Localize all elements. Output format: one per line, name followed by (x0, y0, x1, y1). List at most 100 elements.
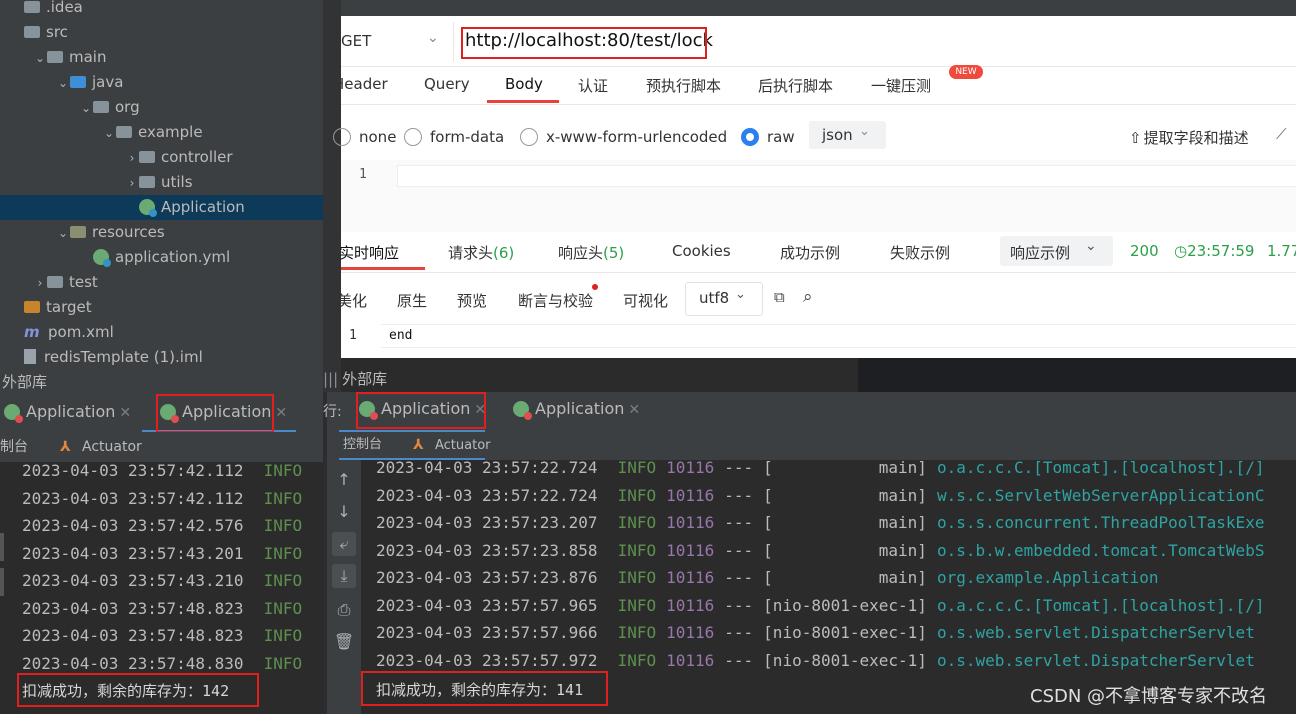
divider (341, 272, 1296, 273)
copy-icon[interactable]: ⧉ (774, 288, 785, 306)
tree-item[interactable]: Application (0, 195, 323, 220)
radio-icon[interactable] (333, 128, 351, 146)
tree-item[interactable]: ⌄ example (0, 120, 203, 145)
radio-icon[interactable] (741, 128, 759, 146)
chevron-right-icon[interactable]: › (125, 146, 139, 171)
run-tab[interactable]: Application ✕ (4, 392, 131, 432)
log-line: 2023-04-03 23:57:57.965 INFO 10116 --- [nio-… (376, 595, 1265, 615)
project-tree: .idea src ⌄ main ⌄ java ⌄ org ⌄ example › controlle… (0, 0, 323, 392)
request-tab-5[interactable]: 后执行脚本 (758, 75, 833, 96)
chevron-down-icon[interactable]: ⌄ (79, 96, 93, 121)
tree-item[interactable]: ⌄ java (0, 70, 123, 95)
chevron-right-icon[interactable]: › (33, 271, 47, 296)
body-type-option-3[interactable]: raw (741, 128, 795, 146)
response-tab-3[interactable]: Cookies (672, 242, 731, 260)
window-top-strip (341, 0, 1296, 16)
external-libraries-item[interactable]: 外部库 (0, 370, 323, 394)
view-tab-0[interactable]: 美化 (337, 290, 367, 311)
request-tab-4[interactable]: 预执行脚本 (646, 75, 721, 96)
view-tab-4[interactable]: 可视化 (623, 290, 668, 311)
radio-icon[interactable] (404, 128, 422, 146)
extract-fields-button[interactable]: ⇧ 提取字段和描述 (1129, 127, 1249, 148)
folder-icon (70, 76, 86, 88)
tree-item[interactable]: › utils (0, 170, 193, 195)
response-tab-4[interactable]: 成功示例 (780, 242, 840, 263)
tree-item[interactable]: redisTemplate (1).iml (0, 345, 203, 370)
log-line: 2023-04-03 23:57:57.972 INFO 10116 --- [nio-… (376, 650, 1255, 670)
chevron-down-icon[interactable]: ⌄ (427, 30, 439, 46)
gutter-marker (0, 568, 4, 596)
tree-item[interactable]: › test (0, 270, 98, 295)
response-tab-1[interactable]: 请求头(6) (448, 242, 514, 263)
result-highlight-box (17, 673, 259, 707)
chevron-down-icon[interactable]: ⌄ (102, 121, 116, 146)
radio-icon[interactable] (520, 128, 538, 146)
arrow-down-icon[interactable]: ↓ (332, 500, 356, 524)
scroll-to-end-icon[interactable]: ⤓ (332, 564, 356, 588)
chevron-down-icon[interactable]: ⌄ (56, 221, 70, 246)
print-icon[interactable]: ⎙ (332, 598, 356, 622)
close-icon[interactable]: ✕ (275, 405, 287, 421)
tree-item[interactable]: target (0, 295, 92, 320)
response-tab-0[interactable]: 实时响应 (339, 242, 399, 263)
view-tab-1[interactable]: 原生 (397, 290, 427, 311)
log-line: 2023-04-03 23:57:22.724 INFO 10116 ---[ mai… (376, 485, 1265, 505)
editor-line[interactable] (397, 165, 1296, 187)
log-line: 2023-04-03 23:57:43.210 INFO (22, 571, 303, 590)
view-tab-3[interactable]: 断言与校验 (518, 290, 593, 311)
log-line: 2023-04-03 23:57:22.724 INFO 10116 ---[ mai… (376, 458, 1265, 477)
log-line: 2023-04-03 23:57:23.876 INFO 10116 ---[ mai… (376, 568, 1159, 587)
arrow-up-icon[interactable]: ↑ (332, 468, 356, 492)
magic-icon[interactable]: ⟋ (1276, 125, 1287, 143)
body-type-option-2[interactable]: x-www-form-urlencoded (520, 128, 727, 146)
close-icon[interactable]: ✕ (628, 402, 640, 418)
tree-item-label: utils (161, 173, 193, 191)
maven-icon: m (24, 323, 40, 341)
tree-item-label: Application (161, 198, 245, 216)
chevron-down-icon[interactable]: ⌄ (56, 71, 70, 96)
line-number: 1 (359, 167, 367, 182)
result-highlight-box (361, 671, 608, 706)
request-tab-3[interactable]: 认证 (578, 75, 608, 96)
tree-item[interactable]: ⌄ resources (0, 220, 165, 245)
request-tab-1[interactable]: Query (424, 75, 470, 93)
response-text: end (389, 328, 413, 343)
close-icon[interactable]: ✕ (119, 405, 131, 421)
tree-item[interactable]: m pom.xml (0, 320, 114, 345)
response-tab-5[interactable]: 失败示例 (890, 242, 950, 263)
tab-highlight-box (156, 394, 274, 433)
search-icon[interactable]: ⌕ (803, 287, 813, 307)
run-tab[interactable]: Application ✕ (513, 389, 640, 429)
response-size: 1.77 (1267, 242, 1296, 260)
response-line (381, 324, 1296, 348)
pane-divider (323, 0, 341, 392)
tree-item[interactable]: src (0, 20, 68, 45)
request-tab-6[interactable]: 一键压测 (871, 75, 931, 96)
view-tab-2[interactable]: 预览 (457, 290, 487, 311)
log-line: 2023-04-03 23:57:48.823 INFO (22, 598, 303, 618)
tree-item[interactable]: ⌄ main (0, 45, 107, 71)
response-tab-2[interactable]: 响应头(5) (558, 242, 624, 263)
library-icon: ||| (323, 370, 339, 388)
body-type-option-0[interactable]: none (333, 128, 396, 146)
soft-wrap-icon[interactable]: ⤶ (332, 532, 356, 556)
tree-item[interactable]: ⌄ org (0, 95, 140, 120)
chevron-down-icon: ⌄ (859, 124, 870, 139)
tree-item-label: target (46, 298, 92, 316)
tab-highlight-box (356, 392, 486, 429)
request-tab-0[interactable]: Header (333, 75, 388, 93)
body-type-option-1[interactable]: form-data (404, 128, 504, 146)
divider (341, 104, 1296, 105)
chevron-down-icon[interactable]: ⌄ (33, 46, 47, 71)
api-client-window: GET ⌄ http://localhost:80/test/lock Head… (333, 0, 1296, 358)
request-tab-2[interactable]: Body (505, 75, 543, 93)
trash-icon[interactable]: 🗑 (332, 630, 356, 654)
tree-item[interactable]: › controller (0, 145, 233, 170)
tree-item[interactable]: application.yml (0, 245, 230, 270)
editor-background-right (858, 358, 1296, 392)
chevron-right-icon[interactable]: › (125, 171, 139, 196)
method-select[interactable]: GET (341, 32, 371, 50)
chevron-down-icon: ⌄ (735, 287, 746, 302)
tree-item[interactable]: .idea (0, 0, 83, 20)
log-line: 2023-04-03 23:57:42.112 INFO (22, 461, 303, 480)
